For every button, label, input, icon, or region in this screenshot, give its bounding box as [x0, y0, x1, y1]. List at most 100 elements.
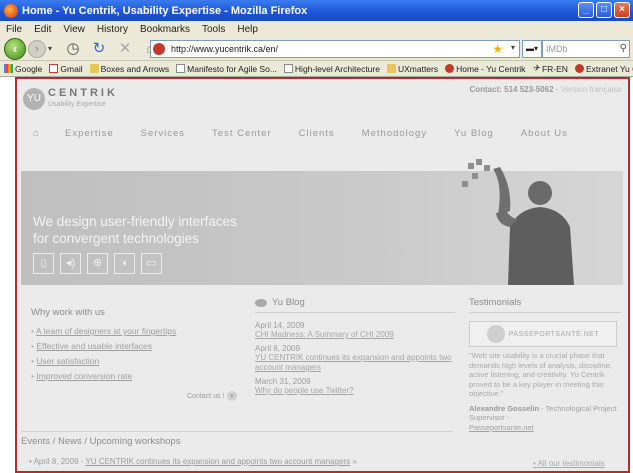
- author-org-link[interactable]: Passeportsante.net: [469, 423, 534, 432]
- menu-history[interactable]: History: [97, 24, 128, 35]
- bookmark-label: Manifesto for Agile So...: [187, 63, 277, 74]
- window-titlebar: Home - Yu Centrik, Usability Expertise -…: [0, 0, 633, 21]
- nav-services[interactable]: Services: [141, 128, 185, 139]
- window-controls: _ □ ×: [578, 2, 630, 18]
- browser-viewport: YU CENTRIK Usability Expertise Contact: …: [0, 77, 633, 473]
- navigation-toolbar: ‹ › ▾ ◷ ↻ ✕ ⌂ http://www.yucentrik.ca/en…: [0, 37, 633, 61]
- menu-help[interactable]: Help: [237, 24, 258, 35]
- testimonial-quote: "Web site usability is a crucial phase t…: [469, 351, 612, 398]
- minimize-button[interactable]: _: [578, 2, 594, 18]
- hero-head: [528, 181, 552, 205]
- post-link[interactable]: YU CENTRIK continues its expansion and a…: [255, 353, 455, 373]
- bookmark-star-icon[interactable]: ★: [492, 42, 503, 56]
- bookmark-fr-en[interactable]: ✈ FR-EN: [532, 63, 568, 74]
- logo-mark: YU: [23, 88, 45, 110]
- site-favicon: [153, 43, 165, 55]
- home-nav-icon[interactable]: ⌂: [33, 128, 49, 139]
- hero-torso: [508, 207, 574, 285]
- contact-us-label[interactable]: Contact us !: [187, 393, 224, 400]
- menu-file[interactable]: File: [6, 24, 22, 35]
- address-dropdown-icon[interactable]: ▾: [511, 43, 515, 52]
- page-icon: [176, 64, 186, 73]
- passeportsante-logo[interactable]: PASSEPORTSANTÉ.NET: [469, 321, 617, 347]
- bookmark-extranet[interactable]: Extranet Yu Centrik: [574, 64, 633, 74]
- bookmark-home-yu-centrik[interactable]: Home - Yu Centrik: [445, 64, 525, 74]
- recent-pages-icon[interactable]: ◷: [62, 39, 84, 59]
- bookmark-label: Home - Yu Centrik: [456, 63, 526, 74]
- bookmark-uxmatters[interactable]: UXmatters: [386, 64, 438, 74]
- forward-button[interactable]: ›: [28, 39, 46, 58]
- all-testimonials-label[interactable]: All our testimonials: [538, 459, 605, 468]
- all-testimonials-link[interactable]: • All our testimonials: [533, 459, 605, 468]
- post-link[interactable]: CHI Madness: A Summary of CHI 2009: [255, 330, 455, 340]
- globe-icon[interactable]: ⊕: [87, 253, 108, 274]
- menu-view[interactable]: View: [63, 24, 85, 35]
- yu-blog-section: Yu Blog April 14, 2009 CHI Madness: A Su…: [255, 297, 455, 396]
- arrow-right-icon[interactable]: ▸: [227, 391, 238, 401]
- monitor-icon[interactable]: ▭: [141, 253, 162, 274]
- list-item[interactable]: A team of designers at your fingertips: [31, 326, 241, 336]
- nav-about-us[interactable]: About Us: [521, 128, 568, 139]
- menu-tools[interactable]: Tools: [202, 24, 225, 35]
- nav-yu-blog[interactable]: Yu Blog: [454, 128, 494, 139]
- back-button[interactable]: ‹: [4, 37, 26, 60]
- menu-bookmarks[interactable]: Bookmarks: [140, 24, 190, 35]
- yu-icon: [574, 64, 584, 73]
- google-icon: [4, 64, 13, 73]
- folder-icon: [386, 64, 396, 73]
- post-link[interactable]: Why do people use Twitter?: [255, 386, 455, 396]
- mobile-icon[interactable]: ▯: [33, 253, 54, 274]
- hero-raised-arm: [493, 167, 511, 215]
- reload-icon[interactable]: ↻: [88, 39, 110, 59]
- stop-icon[interactable]: ✕: [114, 39, 136, 59]
- nav-expertise[interactable]: Expertise: [65, 128, 114, 139]
- speaker-icon[interactable]: ◂): [60, 253, 81, 274]
- address-bar[interactable]: http://www.yucentrik.ca/en/ ★ ▾: [150, 40, 520, 58]
- menu-edit[interactable]: Edit: [34, 24, 51, 35]
- list-item[interactable]: Effective and usable interfaces: [31, 341, 241, 351]
- list-item[interactable]: Improved conversion rate: [31, 371, 241, 381]
- bookmark-agile-manifesto[interactable]: Manifesto for Agile So...: [176, 64, 277, 74]
- search-icon[interactable]: ⚲: [620, 41, 627, 57]
- bookmark-boxes-and-arrows[interactable]: Boxes and Arrows: [89, 64, 169, 74]
- nav-test-center[interactable]: Test Center: [212, 128, 272, 139]
- hero-person-image: [462, 159, 574, 285]
- hero-tile: [468, 163, 474, 169]
- window-title: Home - Yu Centrik, Usability Expertise -…: [22, 4, 308, 17]
- page-highlight-frame: YU CENTRIK Usability Expertise Contact: …: [15, 77, 630, 473]
- author-name: Alexandre Gosselin: [469, 403, 540, 413]
- site-logo[interactable]: YU CENTRIK Usability Expertise: [23, 88, 118, 110]
- close-button[interactable]: ×: [614, 2, 630, 18]
- bookmark-google[interactable]: Google: [4, 64, 42, 74]
- search-placeholder: IMDb: [546, 44, 568, 54]
- post-date: April 8, 2009: [255, 344, 300, 353]
- testimonials-title: Testimonials: [469, 297, 621, 313]
- post-date: April 14, 2009: [255, 321, 305, 330]
- search-input[interactable]: IMDb ⚲: [542, 40, 630, 58]
- hero-line-2: for convergent technologies: [33, 231, 199, 246]
- bookmark-high-level-architecture[interactable]: High-level Architecture: [283, 64, 380, 74]
- nav-methodology[interactable]: Methodology: [362, 128, 427, 139]
- mouse-icon[interactable]: ◖: [114, 253, 135, 274]
- speech-bubble-icon: [255, 298, 267, 307]
- bookmarks-toolbar: Google Gmail Boxes and Arrows Manifesto …: [0, 61, 633, 77]
- nav-clients[interactable]: Clients: [299, 128, 335, 139]
- firefox-icon: [4, 3, 18, 18]
- history-dropdown-icon[interactable]: ▾: [48, 44, 58, 53]
- address-url[interactable]: http://www.yucentrik.ca/en/: [171, 44, 278, 54]
- hero-tile: [484, 165, 490, 171]
- contact-header: Contact: 514 523-5062 - Version français…: [469, 85, 622, 94]
- event-link[interactable]: YU CENTRIK continues its expansion and a…: [85, 457, 350, 466]
- bookmark-gmail[interactable]: Gmail: [49, 64, 83, 74]
- blog-title: Yu Blog: [255, 297, 455, 313]
- search-engine-selector[interactable]: ▬▾: [522, 40, 542, 58]
- hero-line-1: We design user-friendly interfaces: [33, 214, 237, 229]
- maximize-button[interactable]: □: [596, 2, 612, 18]
- language-link[interactable]: Version française: [561, 85, 622, 94]
- event-more-icon[interactable]: »: [350, 457, 356, 466]
- list-item[interactable]: User satisfaction: [31, 356, 241, 366]
- contact-us-link[interactable]: Contact us ! ▸: [187, 391, 238, 401]
- runner-icon: [486, 325, 505, 343]
- logo-name: CENTRIK: [48, 87, 118, 99]
- blog-title-text: Yu Blog: [272, 297, 305, 308]
